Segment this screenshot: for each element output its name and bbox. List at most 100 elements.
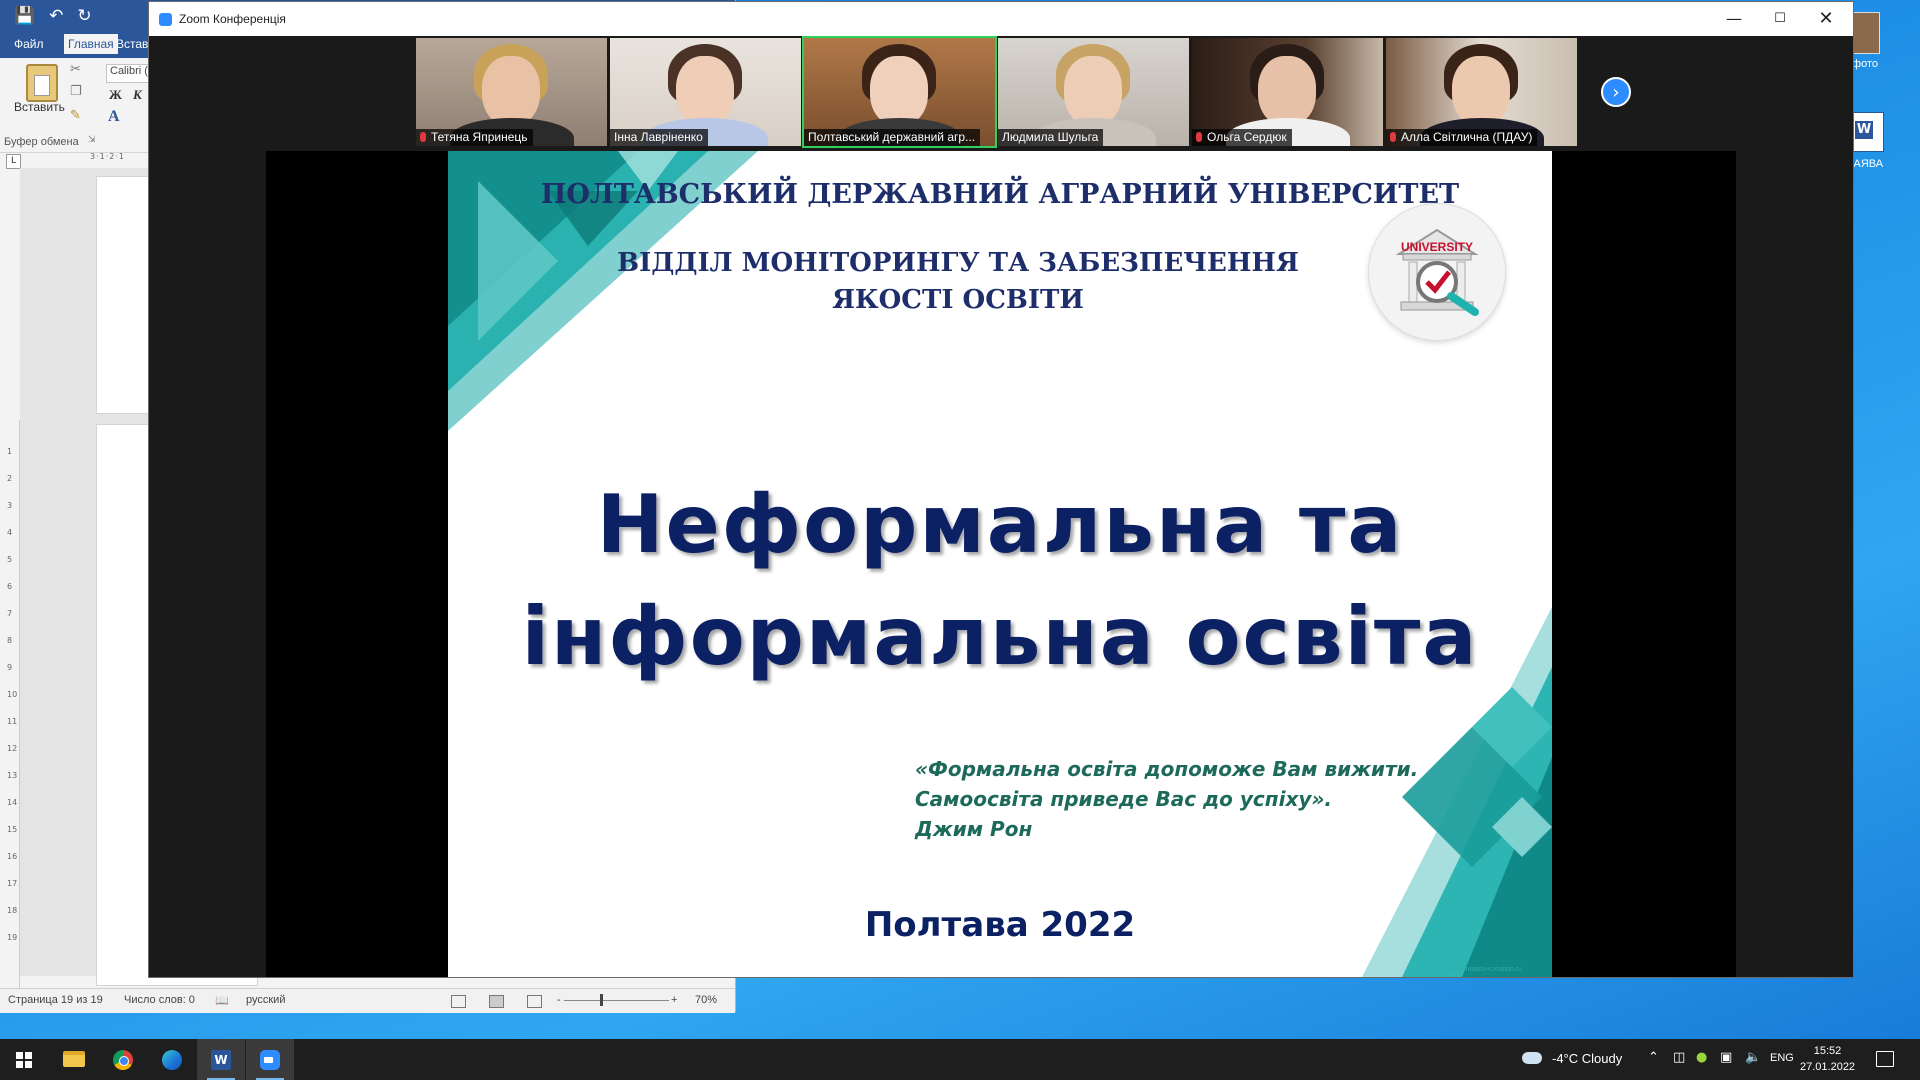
zoom-slider-thumb[interactable] (600, 994, 603, 1006)
tray-app-icon[interactable]: ● (1696, 1050, 1707, 1065)
cloud-weather-icon[interactable] (1522, 1052, 1542, 1064)
logo-text: UNIVERSITY (1400, 240, 1473, 254)
participant-tile[interactable]: Інна Лавріненко (610, 38, 801, 146)
show-hidden-icons-chevron-icon[interactable]: ⌃ (1648, 1050, 1659, 1065)
taskbar-file-explorer[interactable] (50, 1039, 98, 1080)
participant-tile[interactable]: Алла Світлична (ПДАУ) (1386, 38, 1577, 146)
format-painter-icon[interactable]: ✎ (70, 108, 81, 123)
participant-name: Тетяна Япринець (416, 129, 533, 146)
participant-name: Інна Лавріненко (610, 129, 708, 146)
ruler-tick-label: 14 (7, 798, 18, 807)
ruler-tick-label: 5 (7, 555, 13, 564)
zoom-slider[interactable] (564, 1000, 669, 1001)
quote-line: Самоосвіта приведе Вас до успіху». (915, 787, 1332, 811)
slide-title-line: Неформальна та (596, 478, 1404, 571)
mic-muted-icon (420, 132, 426, 142)
undo-icon[interactable]: ↶ (49, 6, 63, 26)
meet-now-icon[interactable]: ◫ (1673, 1050, 1685, 1065)
ruler-tick-label: 12 (7, 744, 18, 753)
ruler-tick-label: 11 (7, 717, 18, 726)
taskbar-zoom[interactable] (246, 1039, 294, 1080)
copy-icon[interactable]: ❐ (70, 84, 82, 99)
zoom-window-title: Zoom Конференція (179, 12, 286, 26)
save-icon[interactable]: 💾 (14, 6, 35, 26)
weather-widget[interactable]: -4°C Cloudy (1552, 1051, 1622, 1066)
department-name: ВІДДІЛ МОНІТОРИНГУ ТА ЗАБЕЗПЕЧЕННЯ ЯКОСТ… (598, 245, 1318, 319)
volume-icon[interactable]: 🔈 (1745, 1050, 1761, 1065)
participant-name: Алла Світлична (ПДАУ) (1386, 129, 1538, 146)
mic-muted-icon (1196, 132, 1202, 142)
ruler-tick-label: 16 (7, 852, 18, 861)
read-mode-icon[interactable] (451, 995, 466, 1008)
redo-icon[interactable]: ↻ (77, 6, 91, 26)
zoom-in-icon[interactable]: + (671, 994, 677, 1006)
print-layout-icon[interactable] (489, 995, 504, 1008)
close-icon[interactable]: ✕ (1803, 6, 1849, 32)
language-indicator[interactable]: русский (246, 994, 285, 1006)
participant-tile[interactable]: Людмила Шульга (998, 38, 1189, 146)
word-count[interactable]: Число слов: 0 (124, 994, 195, 1006)
system-clock[interactable]: 15:52 27.01.2022 (1800, 1043, 1855, 1075)
italic-button[interactable]: К (133, 87, 142, 103)
network-icon[interactable]: ▣ (1720, 1050, 1732, 1065)
taskbar-word[interactable]: W (197, 1039, 245, 1080)
ruler-tick-label: 1 (7, 447, 13, 456)
slide-title-line: інформальна освіта (521, 590, 1479, 683)
department-line: ЯКОСТІ ОСВІТИ (832, 285, 1084, 315)
paste-icon[interactable] (26, 64, 58, 102)
web-layout-icon[interactable] (527, 995, 542, 1008)
ruler-tick-label: 9 (7, 663, 13, 672)
presentation-slide: ПОЛТАВСЬКИЙ ДЕРЖАВНИЙ АГРАРНИЙ УНІВЕРСИТ… (448, 151, 1552, 977)
participant-tile-active-speaker[interactable]: Полтавський державний агр... (802, 36, 997, 148)
word-icon: W (211, 1050, 231, 1070)
folder-icon (63, 1051, 85, 1067)
clock-time: 15:52 (1813, 1045, 1842, 1057)
tab-file[interactable]: Файл (14, 37, 44, 51)
paste-button-label[interactable]: Вставить (14, 100, 65, 114)
taskbar-chrome[interactable] (99, 1039, 147, 1080)
dialog-launcher-icon[interactable]: ⇲ (88, 135, 96, 145)
slide-title: Неформальна та інформальна освіта (448, 469, 1552, 693)
quote-block: «Формальна освіта допоможе Вам вижити. С… (915, 754, 1418, 844)
city-year: Полтава 2022 (864, 905, 1136, 945)
participant-tile[interactable]: Ольга Сердюк (1192, 38, 1383, 146)
ruler-tick-label: 2 (7, 474, 13, 483)
slide-watermark: presentation-creation.ru (1448, 966, 1522, 973)
page-count[interactable]: Страница 19 из 19 (8, 994, 103, 1006)
notifications-icon[interactable] (1876, 1051, 1894, 1067)
clipboard-group-label: Буфер обмена (4, 136, 79, 148)
word-document-icon[interactable] (1852, 112, 1884, 152)
tab-home[interactable]: Главная (64, 34, 118, 54)
participant-tile[interactable]: Тетяна Япринець (416, 38, 607, 146)
ruler-tick-label: 3 (7, 501, 13, 510)
input-language-indicator[interactable]: ENG (1770, 1052, 1794, 1064)
ruler-tick-label: 6 (7, 582, 13, 591)
participant-name: Людмила Шульга (998, 129, 1104, 146)
vertical-ruler: 1 2 3 4 5 6 7 8 9 10 11 12 13 14 15 16 17 18 19 (3, 420, 20, 990)
maximize-icon[interactable]: ☐ (1757, 6, 1803, 32)
ruler-tick-label: 7 (7, 609, 13, 618)
ruler-tick-label: 13 (7, 771, 18, 780)
next-participants-arrow-icon[interactable]: › (1601, 77, 1631, 107)
text-effects-icon[interactable]: A (108, 108, 120, 126)
mic-muted-icon (1390, 132, 1396, 142)
ruler-tick-label: 18 (7, 906, 18, 915)
photo-folder-icon[interactable] (1850, 12, 1880, 54)
department-line: ВІДДІЛ МОНІТОРИНГУ ТА ЗАБЕЗПЕЧЕННЯ (617, 248, 1299, 278)
ruler-tick-label: 8 (7, 636, 13, 645)
quote-line: «Формальна освіта допоможе Вам вижити. (915, 757, 1419, 781)
cut-icon[interactable]: ✂ (70, 62, 81, 77)
proofing-icon[interactable]: 📖 (215, 994, 229, 1007)
quote-author: Джим Рон (915, 817, 1033, 841)
university-building-icon (1395, 228, 1479, 316)
bold-button[interactable]: Ж (109, 87, 122, 103)
tab-stop-selector[interactable]: L (6, 154, 21, 169)
zoom-out-icon[interactable]: - (557, 994, 561, 1006)
university-logo: UNIVERSITY (1368, 203, 1506, 341)
start-button[interactable] (0, 1039, 48, 1080)
taskbar-edge[interactable] (148, 1039, 196, 1080)
zoom-level[interactable]: 70% (695, 994, 717, 1006)
minimize-icon[interactable]: — (1711, 6, 1757, 32)
participant-name: Ольга Сердюк (1192, 129, 1292, 146)
zoom-titlebar: Zoom Конференція — ☐ ✕ (149, 2, 1853, 36)
